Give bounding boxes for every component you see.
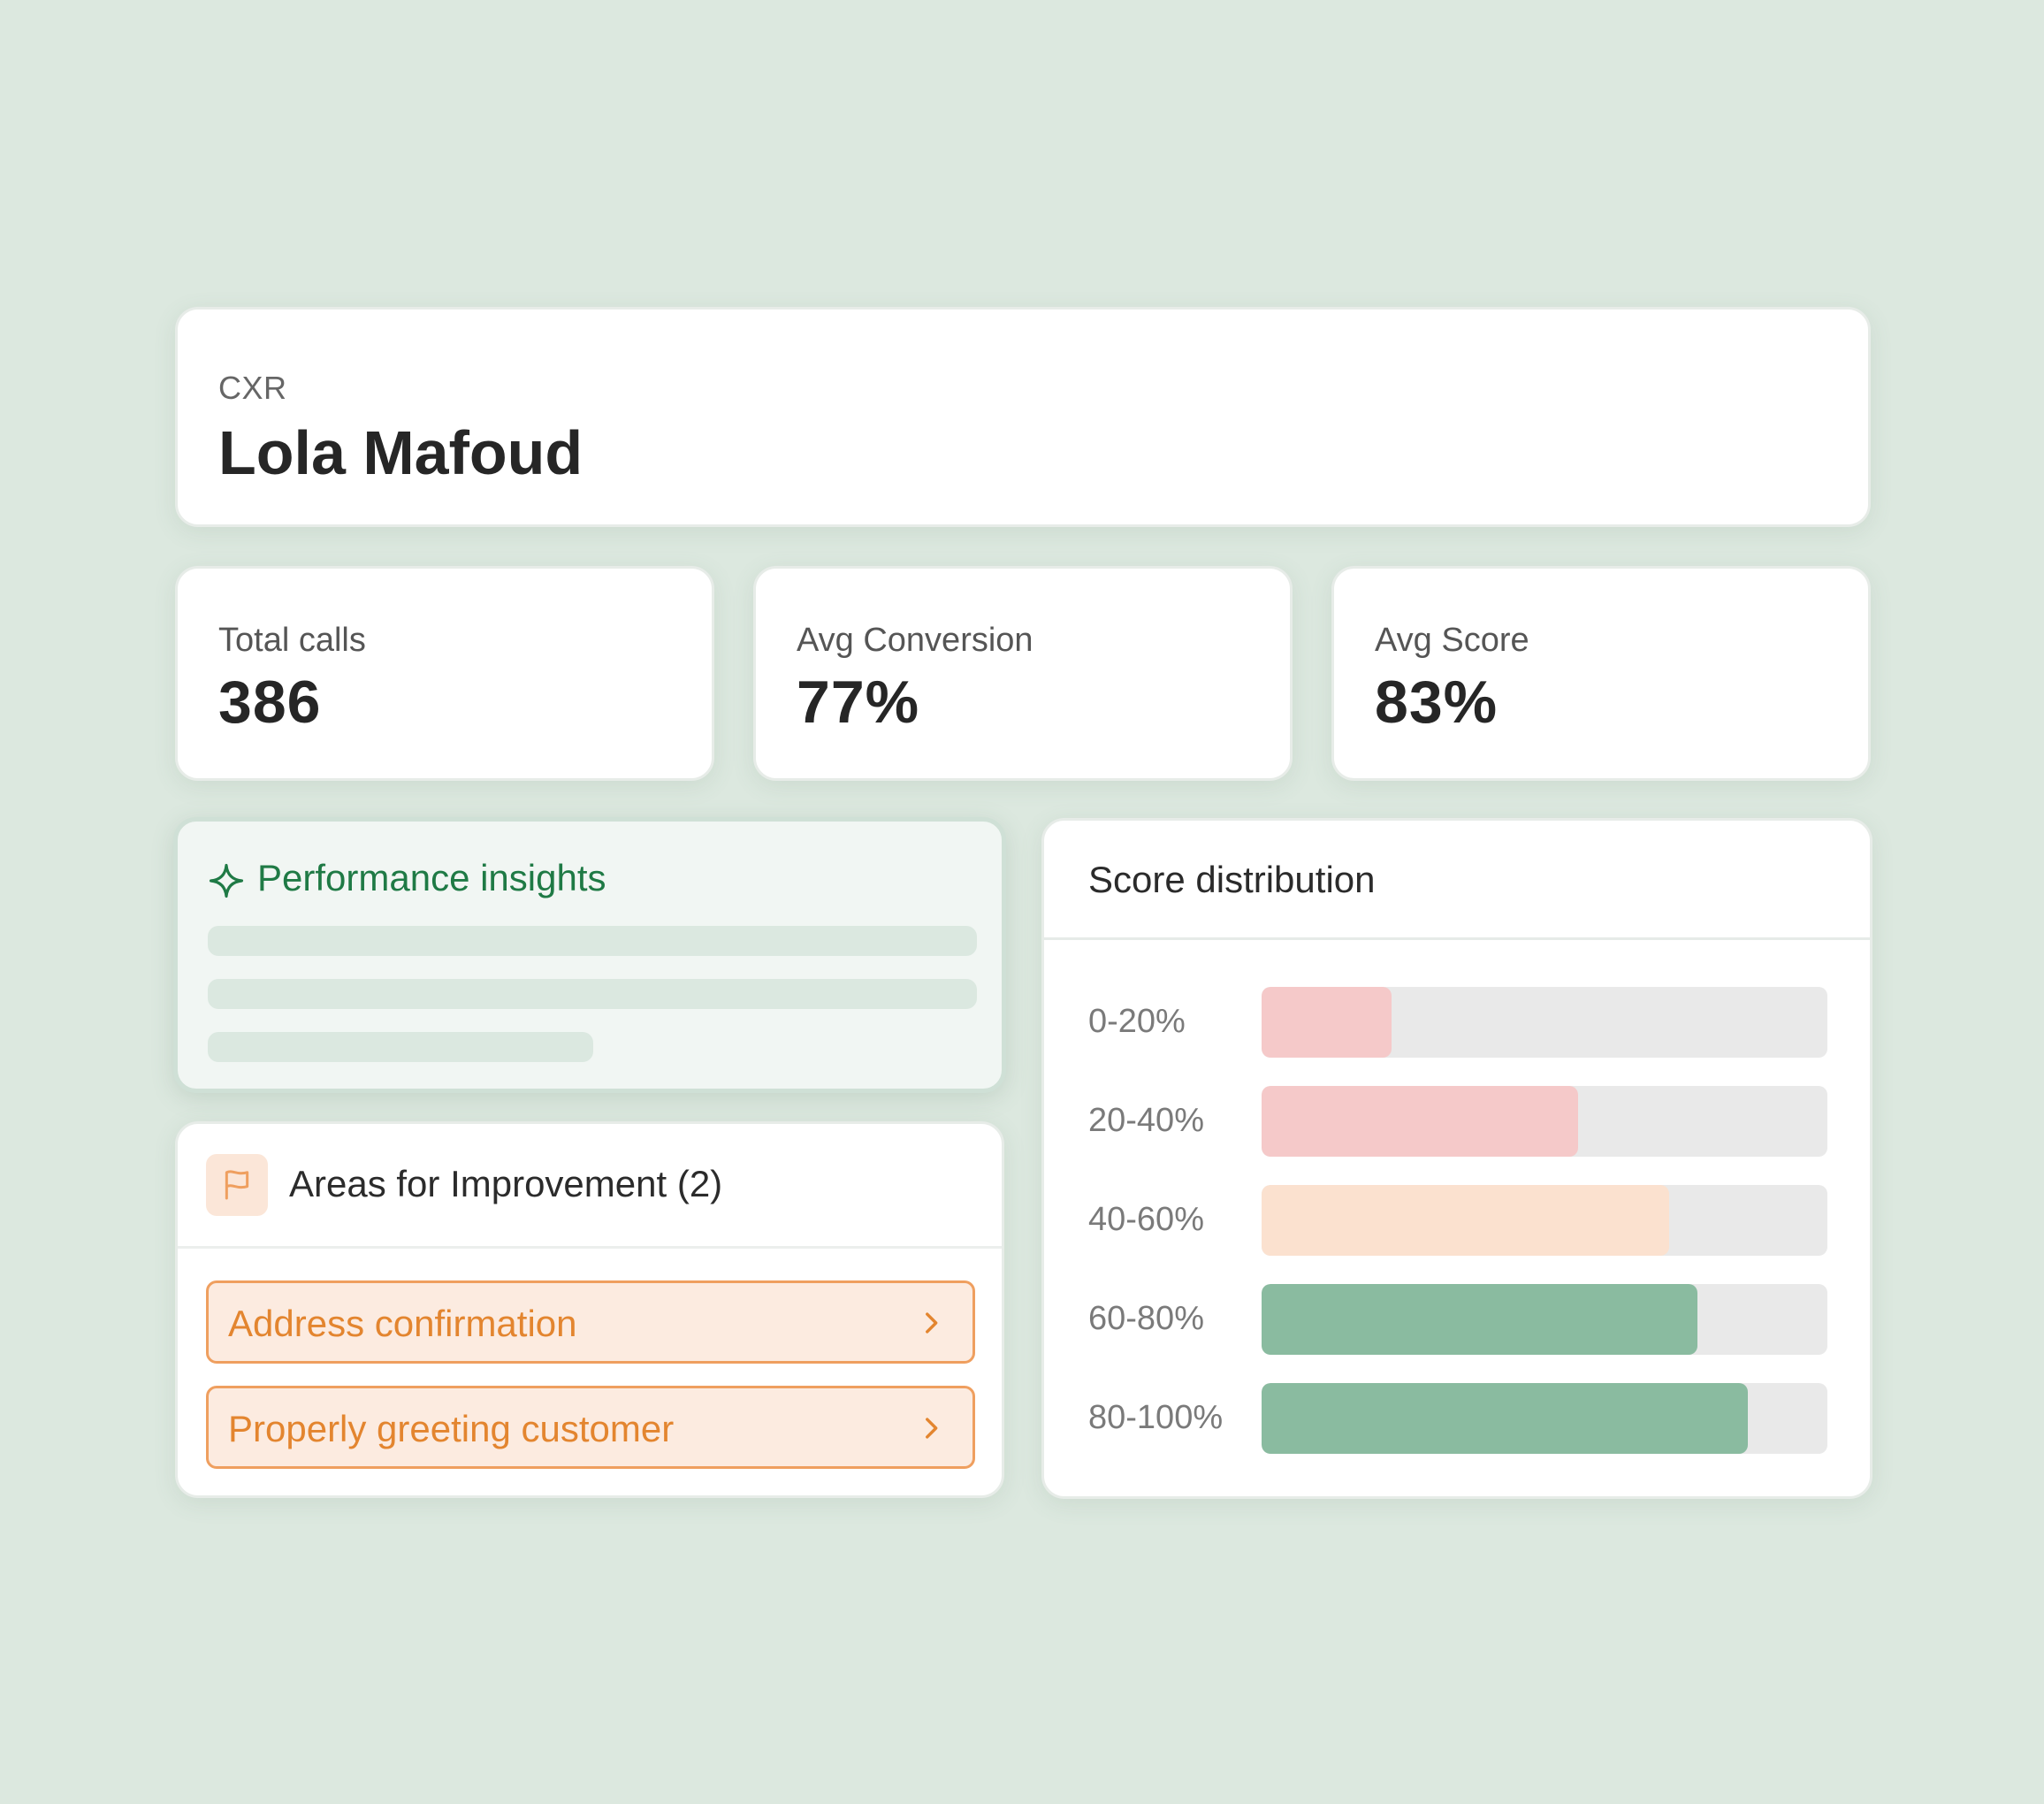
stat-card-total-calls: Total calls 386 <box>175 566 714 781</box>
distribution-bar-fill <box>1262 1284 1697 1355</box>
stat-label: Avg Score <box>1375 622 1529 659</box>
divider <box>1044 937 1870 940</box>
distribution-bar-fill <box>1262 1383 1749 1454</box>
flag-icon <box>225 1170 249 1200</box>
stat-value: 77% <box>797 669 920 736</box>
stat-label: Avg Conversion <box>797 622 1033 659</box>
divider <box>178 1246 1002 1249</box>
sparkle-icon <box>209 863 244 898</box>
loading-placeholder-line <box>208 926 977 956</box>
distribution-range-label: 40-60% <box>1088 1201 1204 1238</box>
stat-card-avg-score: Avg Score 83% <box>1331 566 1871 781</box>
stat-value: 386 <box>218 669 322 736</box>
insights-title: Performance insights <box>257 857 606 898</box>
improvement-item-address-confirmation[interactable]: Address confirmation <box>206 1280 975 1364</box>
improvement-item-label: Properly greeting customer <box>228 1408 675 1449</box>
distribution-bar-fill <box>1262 1185 1669 1256</box>
chevron-right-icon <box>926 1312 938 1334</box>
areas-for-improvement-card: Areas for Improvement (2) Address confir… <box>175 1121 1004 1498</box>
distribution-bar-fill <box>1262 1086 1579 1157</box>
distribution-bar-fill <box>1262 987 1392 1058</box>
distribution-range-label: 0-20% <box>1088 1003 1186 1040</box>
performance-insights-card[interactable]: Performance insights <box>173 817 1006 1093</box>
distribution-row: 80-100% <box>1044 1383 1870 1454</box>
improvement-title: Areas for Improvement (2) <box>289 1163 723 1204</box>
distribution-row: 0-20% <box>1044 987 1870 1058</box>
distribution-bar-track <box>1262 1185 1827 1256</box>
chevron-right-icon <box>926 1418 938 1439</box>
distribution-range-label: 20-40% <box>1088 1102 1204 1139</box>
distribution-bar-track <box>1262 1284 1827 1355</box>
flag-icon-container <box>206 1154 268 1216</box>
agent-header-card: CXR Lola Mafoud <box>175 307 1871 527</box>
stat-card-avg-conversion: Avg Conversion 77% <box>753 566 1293 781</box>
improvement-item-greeting-customer[interactable]: Properly greeting customer <box>206 1386 975 1469</box>
agent-role: CXR <box>218 370 287 406</box>
improvement-item-label: Address confirmation <box>228 1303 577 1344</box>
distribution-row: 40-60% <box>1044 1185 1870 1256</box>
stat-value: 83% <box>1375 669 1499 736</box>
distribution-bar-track <box>1262 1383 1827 1454</box>
score-distribution-title: Score distribution <box>1088 859 1376 900</box>
distribution-range-label: 80-100% <box>1088 1399 1224 1436</box>
loading-placeholder-line <box>208 1032 593 1062</box>
agent-name: Lola Mafoud <box>218 418 583 487</box>
score-distribution-card: Score distribution 0-20% 20-40% 40-60% 6… <box>1041 818 1872 1499</box>
distribution-row: 20-40% <box>1044 1086 1870 1157</box>
distribution-bar-track <box>1262 987 1827 1058</box>
distribution-row: 60-80% <box>1044 1284 1870 1355</box>
stat-label: Total calls <box>218 622 366 659</box>
distribution-range-label: 60-80% <box>1088 1300 1204 1337</box>
loading-placeholder-line <box>208 979 977 1009</box>
distribution-bar-track <box>1262 1086 1827 1157</box>
